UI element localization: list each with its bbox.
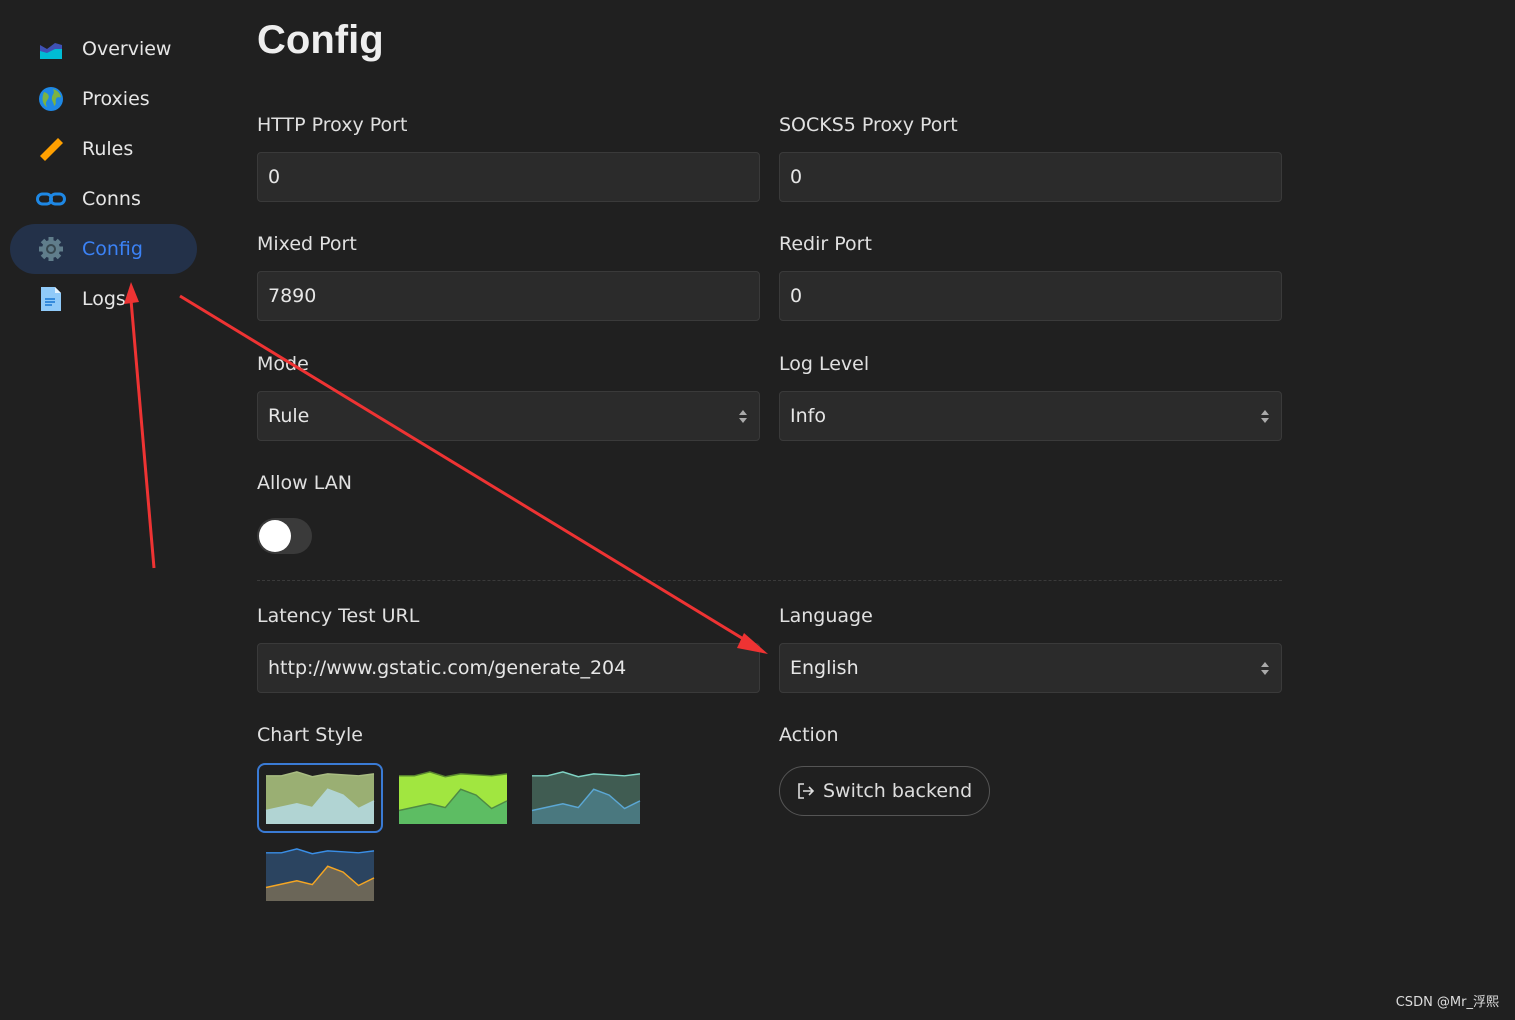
field-label: Redir Port xyxy=(779,233,872,255)
link-icon xyxy=(36,184,66,214)
chart-style-preview xyxy=(531,771,641,824)
field-label: Chart Style xyxy=(257,724,363,746)
switch-backend-button[interactable]: Switch backend xyxy=(779,766,991,816)
sidebar-item-label: Logs xyxy=(82,288,126,310)
field-label: Log Level xyxy=(779,353,870,375)
chart-style-option-4[interactable] xyxy=(257,840,383,910)
socks-port-input[interactable]: 0 xyxy=(779,152,1282,202)
chart-style-preview xyxy=(398,771,508,824)
field-label: SOCKS5 Proxy Port xyxy=(779,114,958,136)
field-label: Mixed Port xyxy=(257,233,357,255)
action-field: Action Switch backend xyxy=(779,724,1282,816)
http-port-input[interactable]: 0 xyxy=(257,152,760,202)
field-label: Language xyxy=(779,605,873,627)
field-label: Latency Test URL xyxy=(257,605,420,627)
field-label: Action xyxy=(779,724,839,746)
latency-url-field: Latency Test URL http://www.gstatic.com/g… xyxy=(257,605,760,693)
gear-icon xyxy=(36,234,66,264)
chart-style-option-3[interactable] xyxy=(523,763,649,833)
ruler-icon xyxy=(36,134,66,164)
log-level-field: Log Level Info xyxy=(779,353,1282,441)
field-label: Mode xyxy=(257,353,309,375)
mode-select[interactable]: Rule xyxy=(257,391,760,441)
latency-url-input[interactable]: http://www.gstatic.com/generate_204 xyxy=(257,643,760,693)
sidebar-item-label: Rules xyxy=(82,138,134,160)
sidebar-item-logs[interactable]: Logs xyxy=(10,274,197,324)
sidebar-item-rules[interactable]: Rules xyxy=(10,124,197,174)
allow-lan-toggle[interactable] xyxy=(257,518,312,554)
chart-style-option-2[interactable] xyxy=(390,763,516,833)
chart-style-preview xyxy=(265,848,375,901)
redir-port-input[interactable]: 0 xyxy=(779,271,1282,321)
log-level-select[interactable]: Info xyxy=(779,391,1282,441)
redir-port-field: Redir Port 0 xyxy=(779,233,1282,321)
chart-style-preview xyxy=(265,771,375,824)
mode-field: Mode Rule xyxy=(257,353,760,441)
chart-style-option-1[interactable] xyxy=(257,763,383,833)
mixed-port-field: Mixed Port 7890 xyxy=(257,233,760,321)
sidebar-item-label: Conns xyxy=(82,188,141,210)
toggle-knob xyxy=(259,520,291,552)
http-port-field: HTTP Proxy Port 0 xyxy=(257,114,760,202)
field-label: Allow LAN xyxy=(257,472,352,494)
globe-icon xyxy=(36,84,66,114)
page-title: Config xyxy=(257,18,384,62)
chart-style-field: Chart Style xyxy=(257,724,760,752)
sidebar-item-overview[interactable]: Overview xyxy=(10,24,197,74)
socks-port-field: SOCKS5 Proxy Port 0 xyxy=(779,114,1282,202)
sidebar: Overview Proxies Rules Conns Config Logs xyxy=(10,24,197,324)
button-label: Switch backend xyxy=(823,780,973,802)
sidebar-item-config[interactable]: Config xyxy=(10,224,197,274)
watermark: CSDN @Mr_浮熙 xyxy=(1395,995,1499,1010)
document-icon xyxy=(36,284,66,314)
sign-out-icon xyxy=(798,783,815,799)
language-field: Language English xyxy=(779,605,1282,693)
sidebar-item-label: Config xyxy=(82,238,143,260)
sidebar-item-proxies[interactable]: Proxies xyxy=(10,74,197,124)
language-select[interactable]: English xyxy=(779,643,1282,693)
sidebar-item-label: Overview xyxy=(82,38,172,60)
divider xyxy=(257,580,1282,581)
sidebar-item-label: Proxies xyxy=(82,88,150,110)
field-label: HTTP Proxy Port xyxy=(257,114,408,136)
chart-area-icon xyxy=(36,34,66,64)
mixed-port-input[interactable]: 7890 xyxy=(257,271,760,321)
sidebar-item-conns[interactable]: Conns xyxy=(10,174,197,224)
allow-lan-field: Allow LAN xyxy=(257,472,760,554)
